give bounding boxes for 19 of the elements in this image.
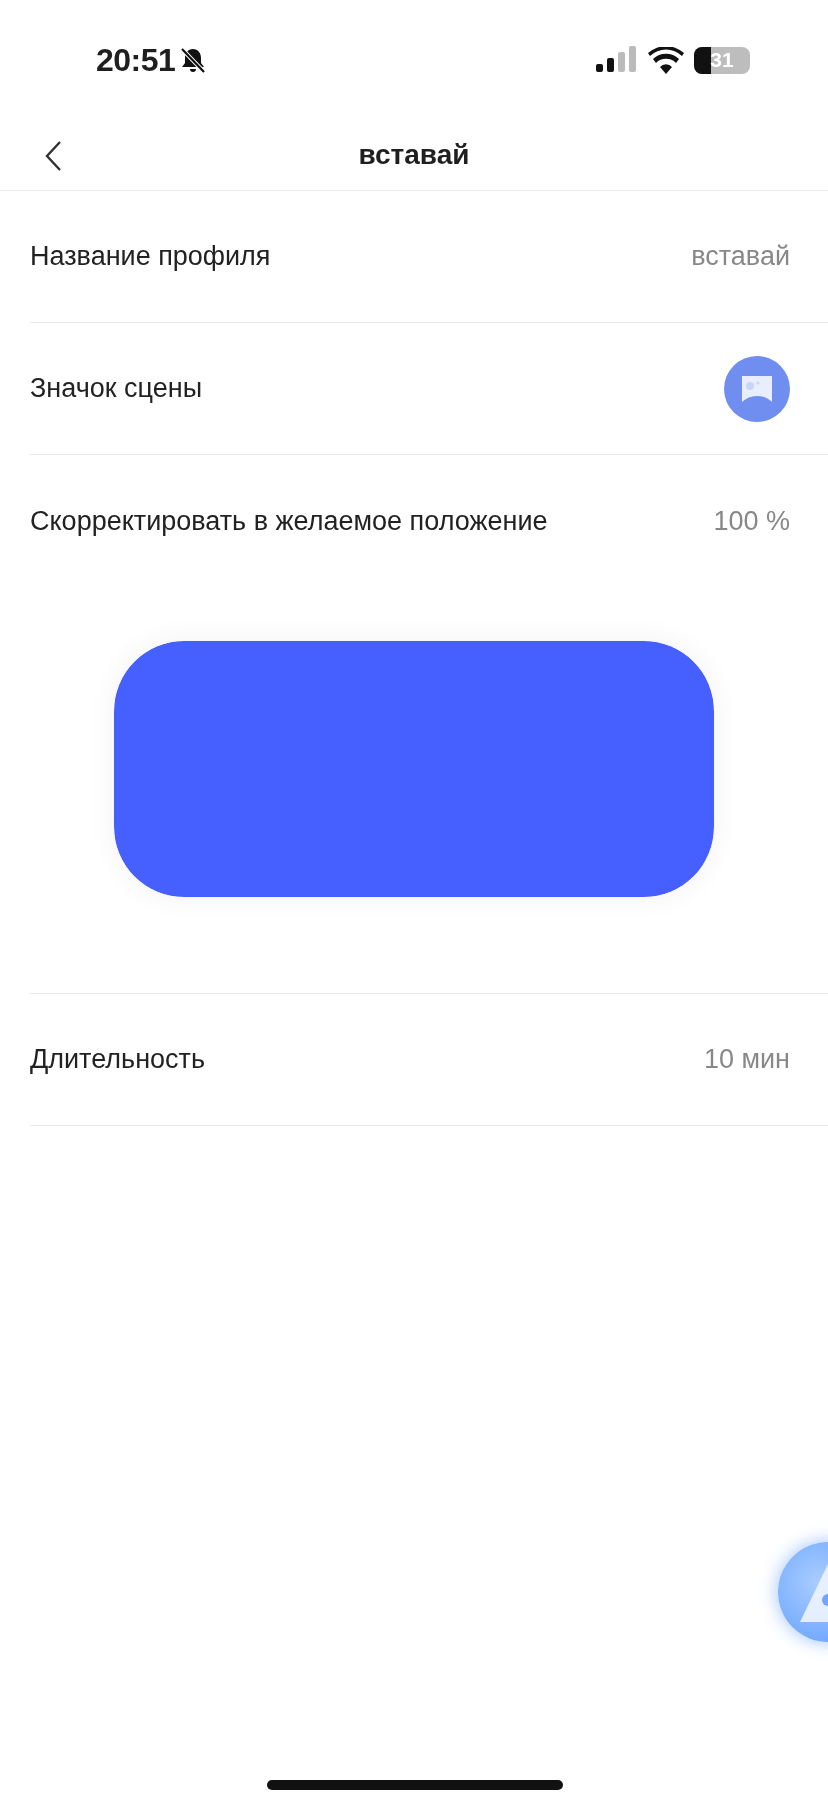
- settings-row[interactable]: Длительность 10 мин: [30, 994, 828, 1126]
- row-label: Название профиля: [30, 241, 271, 272]
- battery-icon: 31: [694, 46, 750, 74]
- page-title: вставай: [358, 139, 470, 171]
- muted-bell-icon: [179, 46, 208, 74]
- row-label: Значок сцены: [30, 373, 203, 404]
- row-label: Скорректировать в желаемое положение: [30, 505, 548, 537]
- row-value: 100 %: [713, 505, 790, 537]
- settings-row[interactable]: Название профиля вставай: [30, 191, 828, 323]
- wifi-icon: [648, 46, 684, 74]
- triangle-icon: [800, 1564, 828, 1622]
- settings-row[interactable]: Значок сцены: [30, 323, 828, 455]
- status-time: 20:51: [96, 41, 176, 79]
- row-label: Длительность: [30, 1044, 205, 1075]
- signal-icon: [596, 46, 638, 74]
- back-icon[interactable]: [44, 140, 62, 172]
- picture-icon[interactable]: [724, 355, 790, 422]
- row-value: вставай: [691, 241, 790, 272]
- row-value: 10 мин: [703, 1044, 790, 1075]
